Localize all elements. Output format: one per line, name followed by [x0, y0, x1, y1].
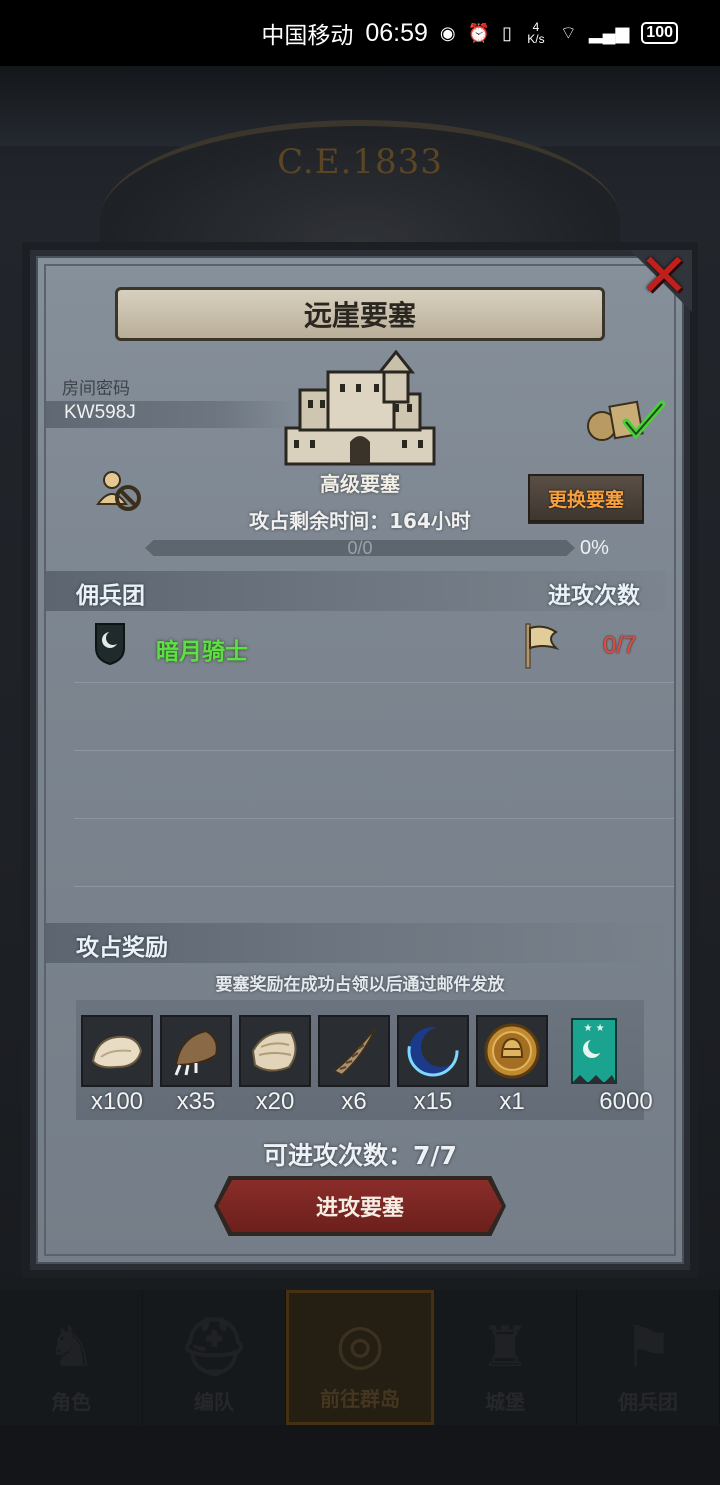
flag-icon [525, 623, 560, 669]
reward-item[interactable]: ★ ★ [558, 1015, 630, 1087]
room-password-label: 房间密码 [62, 379, 130, 399]
alarm-icon: ⏰ [467, 23, 491, 43]
reward-item[interactable] [476, 1015, 548, 1087]
guild-banner-icon: ★ ★ [571, 1018, 617, 1084]
reward-item[interactable] [239, 1015, 311, 1087]
progress-percent: 0% [580, 537, 609, 559]
progress-count: 0/0 [347, 538, 373, 558]
reward-quantity: x15 [413, 1088, 453, 1115]
reward-quantity: x6 [341, 1088, 367, 1115]
attack-fortress-button[interactable]: 进攻要塞 [218, 1180, 502, 1232]
svg-text:★ ★: ★ ★ [583, 1023, 604, 1034]
rewards-header: 攻占奖励 [76, 935, 168, 961]
rewards-note: 要塞奖励在成功占领以后通过邮件发放 [215, 975, 505, 995]
wifi-icon: ⌔ [559, 23, 577, 43]
horn-icon [332, 1026, 377, 1077]
clock: 06:59 [365, 18, 428, 47]
reward-item[interactable] [160, 1015, 232, 1087]
mercenary-header: 佣兵团 [76, 583, 145, 609]
status-bar: 中国移动 06:59 ◉ ⏰ ▯ 4 K/s ⌔ ▂▄▆ 100 [0, 0, 720, 66]
fur-icon [91, 1035, 143, 1069]
battery-indicator: 100 [641, 22, 678, 44]
carrier-label: 中国移动 [261, 22, 354, 48]
room-code[interactable]: KW598J [64, 402, 136, 424]
vibrate-icon: ▯ [502, 23, 512, 43]
reward-item[interactable] [318, 1015, 390, 1087]
hide-icon [251, 1031, 297, 1072]
moon-shield-icon [95, 623, 125, 666]
attack-count-header: 进攻次数 [548, 583, 640, 609]
eye-icon: ◉ [439, 23, 456, 43]
row-divider [74, 750, 674, 751]
dialog-title: 远崖要塞 [115, 287, 605, 341]
crescent-icon [407, 1025, 461, 1077]
capture-time-left: 攻占剩余时间：164小时 [249, 509, 471, 533]
guild-attack-count: 0/7 [603, 632, 637, 659]
helmet-coin-icon [484, 1023, 540, 1079]
guild-name[interactable]: 暗月骑士 [156, 632, 248, 666]
castle-icon [284, 350, 436, 466]
attempts-remaining: 可进攻次数：7/7 [263, 1141, 457, 1170]
reward-quantity: x20 [255, 1088, 295, 1115]
row-divider [74, 886, 674, 887]
reward-item[interactable] [397, 1015, 469, 1087]
supply-check-icon[interactable] [586, 394, 666, 444]
reward-quantity: x35 [176, 1088, 216, 1115]
reward-quantity: 6000 [599, 1088, 653, 1115]
claw-icon [174, 1029, 218, 1076]
signal-icon: ▂▄▆ [588, 23, 630, 43]
net-speed: 4 K/s [527, 20, 545, 46]
reward-quantity: x100 [90, 1088, 144, 1115]
row-divider [74, 682, 674, 683]
reward-item[interactable] [81, 1015, 153, 1087]
row-divider [74, 818, 674, 819]
reward-quantity: x1 [499, 1088, 525, 1115]
close-icon[interactable]: ✕ [636, 246, 692, 306]
